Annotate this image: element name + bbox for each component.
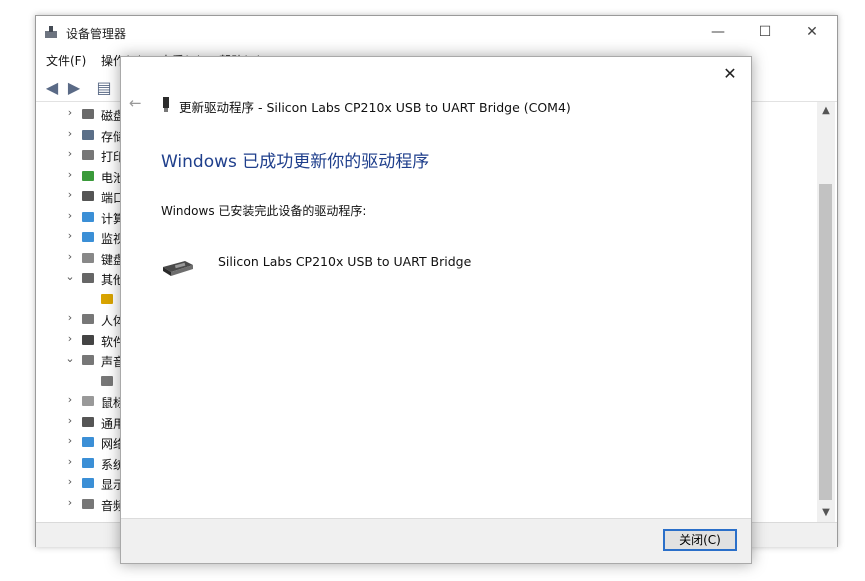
- keyboard-icon: [80, 250, 96, 266]
- title-bar: 设备管理器 — ☐ ✕: [36, 16, 837, 48]
- expand-chevron-icon[interactable]: ›: [64, 414, 76, 427]
- expand-chevron-icon[interactable]: ›: [64, 455, 76, 468]
- close-button[interactable]: ✕: [789, 16, 835, 48]
- warning-device-icon: [99, 291, 115, 307]
- speaker-icon: [99, 373, 115, 389]
- expand-chevron-icon[interactable]: ›: [64, 127, 76, 140]
- expand-chevron-icon[interactable]: ›: [64, 250, 76, 263]
- dialog-close-icon[interactable]: ✕: [715, 61, 745, 87]
- disk-drive-icon: [80, 106, 96, 122]
- expand-chevron-icon[interactable]: ›: [64, 106, 76, 119]
- forward-arrow-icon[interactable]: ▶: [64, 77, 84, 97]
- update-driver-dialog: ✕ ← 更新驱动程序 - Silicon Labs CP210x USB to …: [120, 56, 752, 564]
- success-heading: Windows 已成功更新你的驱动程序: [161, 152, 430, 172]
- dialog-footer: 关闭(C): [121, 518, 751, 563]
- mouse-icon: [80, 393, 96, 409]
- expand-chevron-icon[interactable]: ›: [64, 475, 76, 488]
- expand-chevron-icon[interactable]: ›: [64, 496, 76, 509]
- menu-file[interactable]: 文件(F): [46, 52, 86, 69]
- back-arrow-icon[interactable]: ◀: [42, 77, 62, 97]
- device-name: Silicon Labs CP210x USB to UART Bridge: [218, 254, 472, 269]
- dialog-title: 更新驱动程序 - Silicon Labs CP210x USB to UART…: [179, 100, 571, 115]
- collapse-chevron-icon[interactable]: ⌄: [64, 270, 76, 283]
- minimize-button[interactable]: —: [695, 16, 741, 48]
- expand-chevron-icon[interactable]: ›: [64, 311, 76, 324]
- speaker-icon: [80, 352, 96, 368]
- expand-chevron-icon[interactable]: ›: [64, 188, 76, 201]
- properties-icon[interactable]: ▤: [94, 77, 114, 97]
- maximize-button[interactable]: ☐: [742, 16, 788, 48]
- hid-icon: [80, 311, 96, 327]
- scroll-down-icon[interactable]: ▼: [817, 504, 835, 522]
- close-button[interactable]: 关闭(C): [663, 529, 737, 551]
- collapse-chevron-icon[interactable]: ⌄: [64, 352, 76, 365]
- storage-controller-icon: [80, 127, 96, 143]
- vertical-scrollbar[interactable]: ▲ ▼: [817, 102, 835, 522]
- expand-chevron-icon[interactable]: ›: [64, 393, 76, 406]
- window-title: 设备管理器: [66, 27, 127, 41]
- audio-icon: [80, 496, 96, 512]
- back-arrow-icon[interactable]: ←: [129, 94, 142, 112]
- expand-chevron-icon[interactable]: ›: [64, 229, 76, 242]
- system-icon: [80, 455, 96, 471]
- scroll-thumb[interactable]: [819, 184, 832, 500]
- network-icon: [80, 434, 96, 450]
- monitor-icon: [80, 229, 96, 245]
- printer-icon: [80, 147, 96, 163]
- software-device-icon: [80, 332, 96, 348]
- usb-icon: [80, 414, 96, 430]
- usb-device-icon: [163, 97, 169, 112]
- unknown-device-icon: [80, 270, 96, 286]
- device-manager-icon: [45, 26, 57, 38]
- expand-chevron-icon[interactable]: ›: [64, 209, 76, 222]
- computer-icon: [80, 209, 96, 225]
- scroll-up-icon[interactable]: ▲: [817, 102, 835, 120]
- expand-chevron-icon[interactable]: ›: [64, 168, 76, 181]
- expand-chevron-icon[interactable]: ›: [64, 147, 76, 160]
- usb-cable-icon: [163, 261, 193, 276]
- battery-icon: [80, 168, 96, 184]
- display-adapter-icon: [80, 475, 96, 491]
- install-description: Windows 已安装完此设备的驱动程序:: [161, 204, 367, 218]
- expand-chevron-icon[interactable]: ›: [64, 434, 76, 447]
- expand-chevron-icon[interactable]: ›: [64, 332, 76, 345]
- port-icon: [80, 188, 96, 204]
